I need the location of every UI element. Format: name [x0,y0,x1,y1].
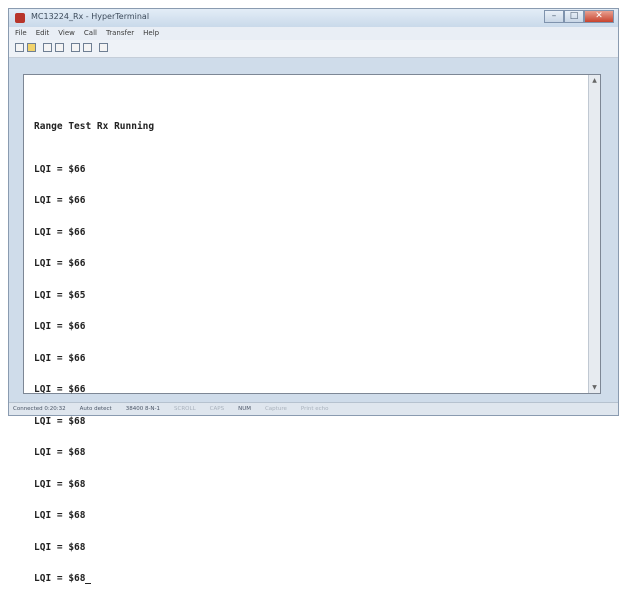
terminal-line: LQI = $66 [34,258,86,269]
scroll-up-icon[interactable]: ▲ [590,76,599,85]
menu-edit[interactable]: Edit [36,27,50,40]
terminal-line: LQI = $65 [34,289,86,301]
terminal-line: LQI = $68 [34,415,86,427]
terminal-line: LQI = $66 [34,163,86,175]
terminal-output: Range Test Rx Running LQI = $66 LQI = $6… [34,101,154,606]
menu-call[interactable]: Call [84,27,97,40]
menu-view[interactable]: View [58,27,75,40]
status-capture: Capture [264,406,287,412]
status-num: NUM [238,406,251,412]
open-icon[interactable] [27,43,36,52]
terminal-line: LQI = $68 [34,447,86,458]
title-bar[interactable]: MC13224_Rx - HyperTerminal – □ ✕ [9,9,618,27]
status-settings: 38400 8-N-1 [125,406,161,412]
status-scroll: SCROLL [174,406,196,412]
terminal-line: LQI = $66 [34,226,86,238]
terminal-screen[interactable]: Range Test Rx Running LQI = $66 LQI = $6… [23,74,601,584]
maximize-button[interactable]: □ [564,10,584,23]
terminal-line: LQI = $66 [34,195,86,206]
new-icon[interactable] [15,43,24,52]
terminal-line-last: LQI = $68 [34,573,154,585]
minimize-button[interactable]: – [544,10,564,23]
app-icon [15,13,25,23]
vertical-scrollbar[interactable]: ▲ ▼ [588,75,600,393]
text-cursor [85,582,92,584]
status-bar: Connected 0:20:32 Auto detect 38400 8-N-… [9,402,618,415]
terminal-line: LQI = $68 [34,510,86,521]
settings-icon[interactable] [99,43,108,52]
status-print-echo: Print echo [300,406,329,412]
terminal-heading: Range Test Rx Running [34,121,155,132]
menu-help[interactable]: Help [143,27,159,40]
terminal-line: LQI = $66 [34,384,86,395]
menu-transfer[interactable]: Transfer [106,27,134,40]
properties-icon[interactable] [55,43,64,52]
status-connection: Connected 0:20:32 [13,406,66,412]
status-caps: CAPS [209,406,225,412]
window-controls: – □ ✕ [544,10,614,24]
menu-bar: File Edit View Call Transfer Help [9,27,618,40]
hyperterminal-window: MC13224_Rx - HyperTerminal – □ ✕ File Ed… [8,8,619,584]
terminal-line: LQI = $66 [34,321,86,332]
close-button[interactable]: ✕ [584,10,614,23]
terminal-line: LQI = $68 [34,478,86,490]
scroll-down-icon[interactable]: ▼ [590,383,599,392]
status-detect: Auto detect [79,406,112,412]
terminal-line: LQI = $68 [34,573,86,584]
menu-file[interactable]: File [15,27,27,40]
disconnect-icon[interactable] [43,43,52,52]
send-icon[interactable] [71,43,80,52]
window-title: MC13224_Rx - HyperTerminal [31,12,150,21]
receive-icon[interactable] [83,43,92,52]
terminal-line: LQI = $68 [34,541,86,553]
toolbar [9,40,618,58]
terminal-line: LQI = $66 [34,352,86,364]
